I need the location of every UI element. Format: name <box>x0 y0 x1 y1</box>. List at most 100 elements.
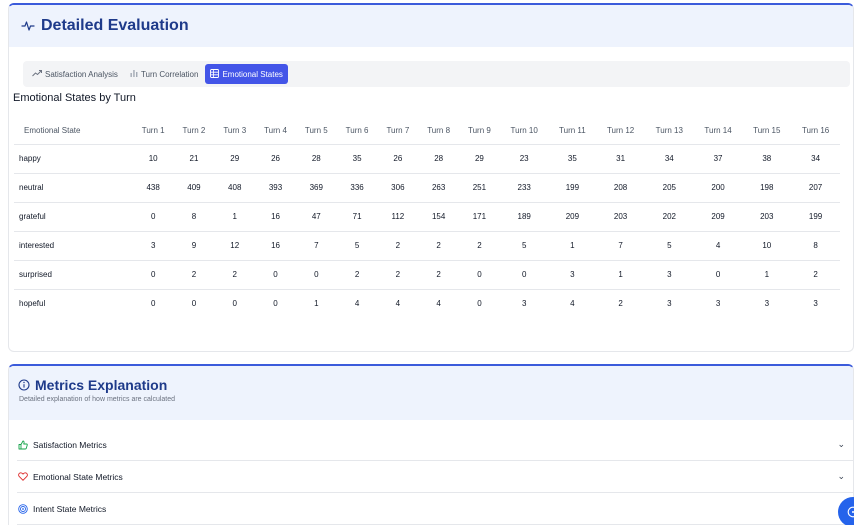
table-cell: 3 <box>132 231 174 261</box>
chevron-down-icon: ⌄ <box>837 439 845 449</box>
table-cell: 21 <box>173 144 215 174</box>
table-cell: 2 <box>618 299 623 309</box>
column-header-turn: Turn 9 <box>459 117 500 145</box>
table-cell: 198 <box>742 173 792 203</box>
column-header-turn: Turn 12 <box>596 117 645 145</box>
accordion-emotional-state-metrics[interactable]: Emotional State Metrics ⌄ <box>17 461 853 493</box>
column-header-turn: Turn 8 <box>418 117 460 145</box>
table-cell: 28 <box>295 144 337 174</box>
table-cell: 29 <box>459 144 500 174</box>
table-cell: 4 <box>354 299 360 309</box>
tab-label: Emotional States <box>222 69 283 79</box>
accordion-label: Intent State Metrics <box>33 503 107 514</box>
table-cell: 34 <box>644 144 694 174</box>
table-row: neutral 438 409 408 393 369 336 306 263 251 233 199… <box>14 173 840 203</box>
table-cell: 9 <box>173 231 215 261</box>
metrics-explanation-subtitle: Detailed explanation of how metrics are … <box>19 396 176 403</box>
table-cell: 393 <box>255 173 296 203</box>
table-cell: 3 <box>764 299 770 309</box>
table-cell: 189 <box>499 202 549 232</box>
table-cell: 5 <box>644 231 694 261</box>
table-cell: 4 <box>436 299 441 309</box>
chevron-down-icon: ⌄ <box>837 471 845 481</box>
table-row: interested 3 9 12 16 7 5 2 2 2 5 1 7 5 4 10 8 <box>14 231 840 261</box>
table-cell: 0 <box>295 260 337 290</box>
table-cell: 3 <box>644 260 694 290</box>
tab-label: Turn Correlation <box>140 69 199 79</box>
metrics-explanation-title: Metrics Explanation <box>35 377 168 393</box>
column-header-turn: Turn 5 <box>295 117 337 145</box>
accordion-intent-state-metrics[interactable]: Intent State Metrics <box>17 493 853 525</box>
table-cell: 2 <box>418 231 460 261</box>
column-header-turn: Turn 14 <box>693 117 743 145</box>
table-cell: 29 <box>214 144 256 174</box>
table-cell: 208 <box>596 173 645 203</box>
table-cell: 0 <box>477 299 482 309</box>
emotion-label: surprised <box>14 260 133 290</box>
table-cell: 26 <box>377 144 419 174</box>
table-icon <box>210 68 220 80</box>
table-cell: 1 <box>742 260 792 290</box>
detailed-evaluation-title: Detailed Evaluation <box>41 17 189 34</box>
table-cell: 263 <box>418 173 460 203</box>
trend-up-icon <box>32 69 42 79</box>
table-cell: 0 <box>499 260 549 290</box>
column-header-turn: Turn 13 <box>644 117 694 145</box>
metrics-explanation-header: Metrics Explanation Detailed explanation… <box>9 366 853 420</box>
table-cell: 0 <box>255 260 296 290</box>
table-cell: 3 <box>813 299 818 309</box>
column-header-turn: Turn 7 <box>377 117 419 145</box>
tab-turn-correlation[interactable]: Turn Correlation <box>125 64 204 84</box>
table-cell: 408 <box>214 173 256 203</box>
table-header-row: Emotional State Turn 1 Turn 2 Turn 3 Turn 4T… <box>14 117 840 145</box>
table-row: grateful 0 8 1 16 47 71 112 154 171 189 209 203 202 20… <box>14 202 840 232</box>
table-cell: 8 <box>173 202 215 232</box>
tab-satisfaction-analysis[interactable]: Satisfaction Analysis <box>27 64 123 84</box>
table-row: surprised 0 2 2 0 0 2 2 2 0 0 3 1 3 0 1 2 <box>14 260 840 290</box>
table-cell: 47 <box>295 202 337 232</box>
table-cell: 35 <box>336 144 378 174</box>
table-cell: 369 <box>295 173 337 203</box>
column-header-turn: Turn 15 <box>742 117 792 145</box>
table-cell: 199 <box>791 202 840 232</box>
table-cell: 0 <box>273 299 278 309</box>
emotion-label: happy <box>14 144 133 174</box>
table-row: hopeful 0 0 0 0 1 4 4 4 0 3 4 2 3 3 3 3 <box>14 289 840 318</box>
table-cell: 205 <box>644 173 694 203</box>
table-cell: 1 <box>548 231 597 261</box>
table-cell: 200 <box>693 173 743 203</box>
help-icon <box>847 506 854 518</box>
table-cell: 207 <box>791 173 840 203</box>
tab-emotional-states[interactable]: Emotional States <box>205 64 288 84</box>
table-cell: 203 <box>742 202 792 232</box>
emotion-label: grateful <box>14 202 133 232</box>
table-cell: 10 <box>132 144 174 174</box>
table-cell: 2 <box>377 260 419 290</box>
table-cell: 336 <box>336 173 378 203</box>
emotion-label: hopeful <box>19 299 46 309</box>
bar-chart-icon <box>130 69 138 79</box>
table-cell: 31 <box>596 144 645 174</box>
table-cell: 306 <box>377 173 419 203</box>
emotion-label: neutral <box>14 173 133 203</box>
table-cell: 171 <box>459 202 500 232</box>
table-cell: 8 <box>791 231 840 261</box>
tab-label: Satisfaction Analysis <box>45 69 118 79</box>
table-cell: 23 <box>499 144 549 174</box>
table-cell: 3 <box>548 260 597 290</box>
table-cell: 1 <box>214 202 256 232</box>
emotional-states-table: Emotional State Turn 1 Turn 2 Turn 3 Turn 4T… <box>14 117 840 318</box>
accordion-satisfaction-metrics[interactable]: Satisfaction Metrics ⌄ <box>17 429 853 461</box>
table-cell: 0 <box>191 299 197 309</box>
table-cell: 10 <box>742 231 792 261</box>
table-cell: 0 <box>232 299 237 309</box>
table-cell: 154 <box>418 202 460 232</box>
column-header-turn: Turn 16 <box>791 117 840 145</box>
table-cell: 209 <box>548 202 597 232</box>
table-cell: 438 <box>132 173 174 203</box>
evaluation-tab-bar: Satisfaction Analysis Turn Correlation E… <box>23 61 850 87</box>
table-cell: 37 <box>693 144 743 174</box>
table-cell: 4 <box>395 299 401 309</box>
thumbs-up-icon <box>17 440 29 450</box>
column-header-turn: Turn 2 <box>173 117 215 145</box>
